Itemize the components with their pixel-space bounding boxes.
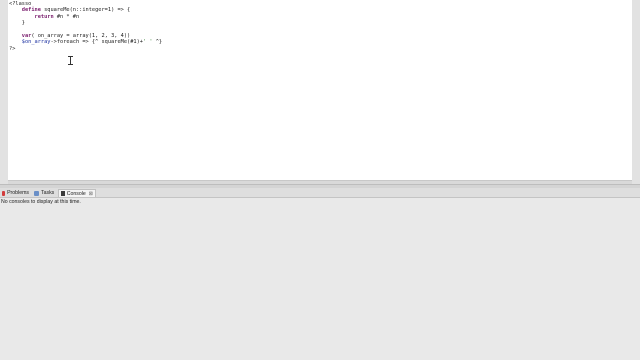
text-cursor-icon <box>68 56 73 65</box>
app-window: <?lasso define squareMe(n::integer=1) =>… <box>0 0 640 360</box>
console-icon <box>61 191 65 196</box>
editor-gutter <box>0 0 8 184</box>
tab-label: Console <box>66 190 86 197</box>
tab-label: Problems <box>7 190 29 196</box>
editor-frame: <?lasso define squareMe(n::integer=1) =>… <box>0 0 640 184</box>
bottom-panel: Problems Tasks Console ⊠ No consoles to … <box>0 188 640 360</box>
code-editor[interactable]: <?lasso define squareMe(n::integer=1) =>… <box>8 0 633 181</box>
code-line: $on_array->foreach => {^ squareMe(#1)+' … <box>21 39 163 46</box>
problems-icon <box>2 190 6 196</box>
overview-ruler <box>632 0 640 184</box>
panel-tab-bar: Problems Tasks Console ⊠ <box>0 188 640 198</box>
tab-problems[interactable]: Problems <box>0 189 31 197</box>
console-empty-message: No consoles to display at this time. <box>1 199 81 205</box>
tasks-icon <box>34 190 39 196</box>
console-view[interactable]: No consoles to display at this time. <box>0 198 640 360</box>
tab-tasks[interactable]: Tasks <box>32 189 57 197</box>
code-text[interactable]: <?lasso define squareMe(n::integer=1) =>… <box>9 1 162 52</box>
close-icon[interactable]: ⊠ <box>89 191 93 197</box>
tab-console[interactable]: Console ⊠ <box>58 189 96 197</box>
code-line: ?> <box>9 45 16 52</box>
tab-label: Tasks <box>41 190 55 196</box>
